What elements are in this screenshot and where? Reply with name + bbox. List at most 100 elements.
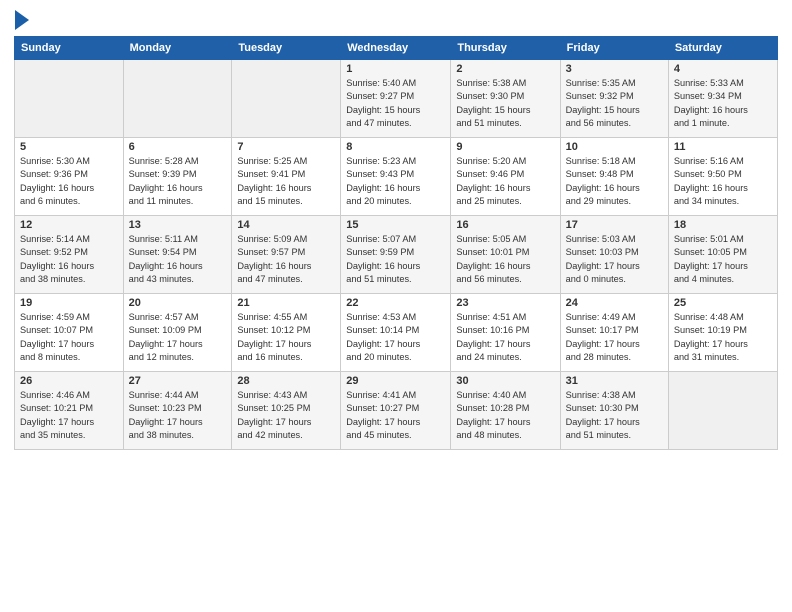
day-info-line: Sunrise: 4:46 AM (20, 389, 118, 402)
day-info-line: Daylight: 17 hours (237, 338, 335, 351)
day-info-line: and 34 minutes. (674, 195, 772, 208)
day-info-line: and 4 minutes. (674, 273, 772, 286)
day-info-line: Sunset: 10:16 PM (456, 324, 554, 337)
day-info: Sunrise: 4:43 AMSunset: 10:25 PMDaylight… (237, 389, 335, 442)
day-info-line: and 38 minutes. (129, 429, 227, 442)
day-info: Sunrise: 5:09 AMSunset: 9:57 PMDaylight:… (237, 233, 335, 286)
calendar-cell: 28Sunrise: 4:43 AMSunset: 10:25 PMDaylig… (232, 372, 341, 450)
calendar-cell: 10Sunrise: 5:18 AMSunset: 9:48 PMDayligh… (560, 138, 668, 216)
day-info-line: Daylight: 16 hours (566, 182, 663, 195)
day-info-line: Daylight: 17 hours (346, 416, 445, 429)
day-number: 2 (456, 63, 554, 75)
day-info: Sunrise: 5:30 AMSunset: 9:36 PMDaylight:… (20, 155, 118, 208)
calendar-cell: 26Sunrise: 4:46 AMSunset: 10:21 PMDaylig… (15, 372, 124, 450)
calendar-cell: 23Sunrise: 4:51 AMSunset: 10:16 PMDaylig… (451, 294, 560, 372)
day-info-line: Sunset: 9:43 PM (346, 168, 445, 181)
day-info-line: Sunset: 9:48 PM (566, 168, 663, 181)
calendar-cell: 7Sunrise: 5:25 AMSunset: 9:41 PMDaylight… (232, 138, 341, 216)
day-info-line: Sunrise: 5:05 AM (456, 233, 554, 246)
day-info-line: Sunrise: 5:40 AM (346, 77, 445, 90)
day-info-line: Daylight: 17 hours (346, 338, 445, 351)
weekday-header-monday: Monday (123, 37, 232, 60)
day-number: 11 (674, 141, 772, 153)
day-number: 12 (20, 219, 118, 231)
day-info: Sunrise: 5:14 AMSunset: 9:52 PMDaylight:… (20, 233, 118, 286)
day-info-line: Sunset: 10:01 PM (456, 246, 554, 259)
calendar-cell: 31Sunrise: 4:38 AMSunset: 10:30 PMDaylig… (560, 372, 668, 450)
day-number: 29 (346, 375, 445, 387)
day-info: Sunrise: 4:41 AMSunset: 10:27 PMDaylight… (346, 389, 445, 442)
day-info: Sunrise: 5:28 AMSunset: 9:39 PMDaylight:… (129, 155, 227, 208)
day-info-line: Sunset: 10:23 PM (129, 402, 227, 415)
day-number: 15 (346, 219, 445, 231)
day-info-line: Sunrise: 5:30 AM (20, 155, 118, 168)
day-info-line: Sunrise: 5:01 AM (674, 233, 772, 246)
calendar-table: SundayMondayTuesdayWednesdayThursdayFrid… (14, 36, 778, 450)
day-info-line: Daylight: 16 hours (346, 182, 445, 195)
day-info-line: and 47 minutes. (346, 117, 445, 130)
calendar-cell: 17Sunrise: 5:03 AMSunset: 10:03 PMDaylig… (560, 216, 668, 294)
day-info-line: Sunrise: 5:38 AM (456, 77, 554, 90)
day-info-line: Sunrise: 4:59 AM (20, 311, 118, 324)
day-info-line: Sunset: 10:14 PM (346, 324, 445, 337)
day-info-line: Sunset: 9:52 PM (20, 246, 118, 259)
day-info-line: Daylight: 17 hours (566, 338, 663, 351)
day-info: Sunrise: 4:57 AMSunset: 10:09 PMDaylight… (129, 311, 227, 364)
day-info: Sunrise: 5:25 AMSunset: 9:41 PMDaylight:… (237, 155, 335, 208)
day-info-line: Sunset: 10:09 PM (129, 324, 227, 337)
day-info-line: Sunrise: 4:49 AM (566, 311, 663, 324)
day-info: Sunrise: 5:03 AMSunset: 10:03 PMDaylight… (566, 233, 663, 286)
day-info-line: Sunrise: 4:44 AM (129, 389, 227, 402)
day-info-line: Sunrise: 5:23 AM (346, 155, 445, 168)
calendar-cell: 25Sunrise: 4:48 AMSunset: 10:19 PMDaylig… (668, 294, 777, 372)
day-info-line: Sunrise: 4:48 AM (674, 311, 772, 324)
day-number: 21 (237, 297, 335, 309)
day-info-line: Sunset: 10:19 PM (674, 324, 772, 337)
weekday-header-wednesday: Wednesday (341, 37, 451, 60)
day-info-line: and 0 minutes. (566, 273, 663, 286)
day-info-line: Sunset: 9:50 PM (674, 168, 772, 181)
calendar-cell: 6Sunrise: 5:28 AMSunset: 9:39 PMDaylight… (123, 138, 232, 216)
day-number: 27 (129, 375, 227, 387)
day-info-line: and 20 minutes. (346, 195, 445, 208)
day-info-line: and 16 minutes. (237, 351, 335, 364)
calendar-cell (123, 60, 232, 138)
day-info-line: and 48 minutes. (456, 429, 554, 442)
day-info-line: and 42 minutes. (237, 429, 335, 442)
calendar-cell: 18Sunrise: 5:01 AMSunset: 10:05 PMDaylig… (668, 216, 777, 294)
day-info: Sunrise: 4:38 AMSunset: 10:30 PMDaylight… (566, 389, 663, 442)
day-info-line: Sunrise: 4:53 AM (346, 311, 445, 324)
day-info-line: and 43 minutes. (129, 273, 227, 286)
day-info: Sunrise: 4:46 AMSunset: 10:21 PMDaylight… (20, 389, 118, 442)
weekday-header-thursday: Thursday (451, 37, 560, 60)
day-info: Sunrise: 5:07 AMSunset: 9:59 PMDaylight:… (346, 233, 445, 286)
day-info-line: Sunset: 10:27 PM (346, 402, 445, 415)
page: SundayMondayTuesdayWednesdayThursdayFrid… (0, 0, 792, 612)
day-number: 16 (456, 219, 554, 231)
calendar-cell: 21Sunrise: 4:55 AMSunset: 10:12 PMDaylig… (232, 294, 341, 372)
day-info-line: Daylight: 15 hours (346, 104, 445, 117)
day-info-line: Daylight: 17 hours (129, 338, 227, 351)
day-info-line: and 15 minutes. (237, 195, 335, 208)
calendar-cell: 3Sunrise: 5:35 AMSunset: 9:32 PMDaylight… (560, 60, 668, 138)
calendar-cell: 22Sunrise: 4:53 AMSunset: 10:14 PMDaylig… (341, 294, 451, 372)
logo (14, 10, 29, 30)
day-info-line: Sunset: 10:17 PM (566, 324, 663, 337)
day-info-line: Daylight: 17 hours (566, 260, 663, 273)
day-info-line: Sunrise: 5:25 AM (237, 155, 335, 168)
day-info: Sunrise: 5:11 AMSunset: 9:54 PMDaylight:… (129, 233, 227, 286)
day-info-line: and 56 minutes. (566, 117, 663, 130)
day-number: 14 (237, 219, 335, 231)
day-number: 3 (566, 63, 663, 75)
calendar-cell: 5Sunrise: 5:30 AMSunset: 9:36 PMDaylight… (15, 138, 124, 216)
day-info-line: Sunrise: 5:28 AM (129, 155, 227, 168)
day-info: Sunrise: 5:33 AMSunset: 9:34 PMDaylight:… (674, 77, 772, 130)
day-info: Sunrise: 5:40 AMSunset: 9:27 PMDaylight:… (346, 77, 445, 130)
day-info-line: and 8 minutes. (20, 351, 118, 364)
calendar-header: SundayMondayTuesdayWednesdayThursdayFrid… (15, 37, 778, 60)
day-info-line: Sunrise: 5:07 AM (346, 233, 445, 246)
day-info-line: and 25 minutes. (456, 195, 554, 208)
day-info: Sunrise: 4:49 AMSunset: 10:17 PMDaylight… (566, 311, 663, 364)
header (14, 10, 778, 30)
day-info-line: and 56 minutes. (456, 273, 554, 286)
